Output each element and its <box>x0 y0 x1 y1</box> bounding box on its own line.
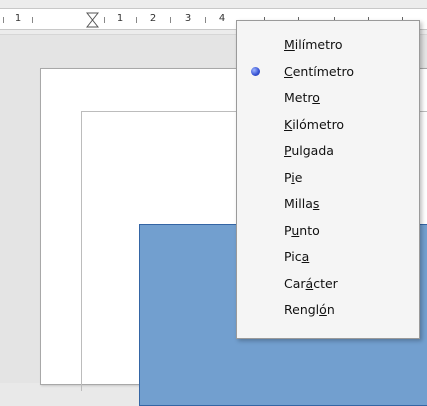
menu-item-label: Metro <box>284 90 320 105</box>
menu-item[interactable]: Millas <box>237 191 419 217</box>
menu-item-label: Millas <box>284 196 320 211</box>
margin-guide-vertical <box>81 111 82 391</box>
menu-item-label: Carácter <box>284 275 338 291</box>
ruler-number: 1 <box>14 13 22 24</box>
measurement-unit-menu: Milímetro Centímetro Metro Kilómetro Pulgada… <box>236 20 420 339</box>
menu-item-label: Punto <box>284 222 320 238</box>
ruler-number: 2 <box>149 13 157 24</box>
menu-item-label: Renglón <box>284 302 335 317</box>
menu-item[interactable]: Punto <box>237 218 419 244</box>
menu-item[interactable]: Renglón <box>237 297 419 323</box>
menu-item[interactable]: Milímetro <box>237 32 419 58</box>
menu-item[interactable]: Kilómetro <box>237 112 419 138</box>
ruler-number: 1 <box>116 13 124 24</box>
ruler-number: 3 <box>184 13 192 24</box>
ruler-tick <box>170 17 171 23</box>
menu-item[interactable]: Centímetro <box>237 59 419 85</box>
menu-item[interactable]: Pica <box>237 244 419 270</box>
radio-selected-icon <box>251 66 260 76</box>
menu-item-label: Pica <box>284 249 310 264</box>
ruler-tick <box>136 17 137 23</box>
menu-item[interactable]: Pulgada <box>237 138 419 164</box>
menu-item-label: Kilómetro <box>284 116 345 132</box>
menu-item-label: Pie <box>284 169 303 185</box>
menu-item-label: Pulgada <box>284 143 334 158</box>
ruler-tick <box>3 17 4 23</box>
indent-marker-icon[interactable] <box>86 12 99 28</box>
ruler-tick <box>32 17 33 23</box>
ruler-tick <box>104 17 105 23</box>
menu-item-label: Milímetro <box>284 37 343 52</box>
menu-item-label: Centímetro <box>284 63 355 79</box>
menu-item[interactable]: Pie <box>237 165 419 191</box>
menu-item[interactable]: Carácter <box>237 271 419 297</box>
ruler-number: 4 <box>218 13 226 24</box>
ruler-tick <box>205 17 206 23</box>
menu-item[interactable]: Metro <box>237 85 419 111</box>
